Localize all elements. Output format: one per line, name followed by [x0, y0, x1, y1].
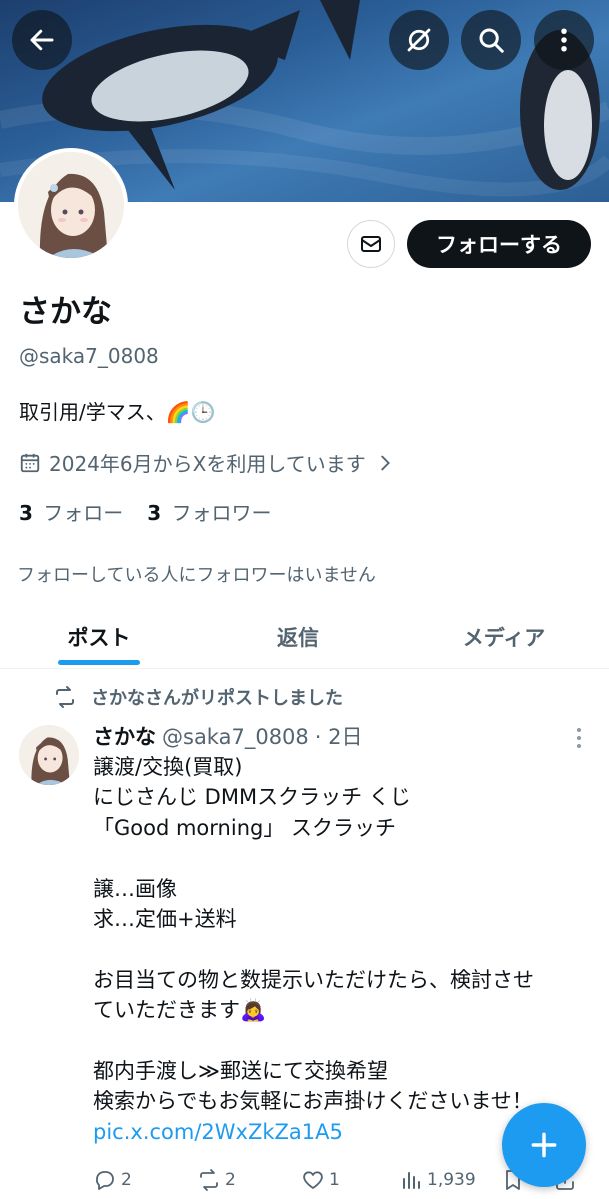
post-header: さかな @saka7_0808 · 2日: [93, 721, 363, 751]
repost-indicator: さかなさんがリポストしました: [53, 684, 343, 710]
reply-button[interactable]: 2: [93, 1168, 132, 1192]
post-line: 譲…画像: [93, 876, 177, 901]
mutual-followers-note: フォローしている人にフォロワーはいません: [17, 565, 376, 586]
joined-text: 2024年6月からXを利用しています: [49, 452, 366, 476]
views-icon: [403, 1172, 420, 1189]
repost-text: さかなさんがリポストしました: [91, 688, 343, 709]
post-line: 求…定価+送料: [93, 906, 237, 931]
more-options-button[interactable]: [534, 10, 594, 70]
repost-icon: [56, 686, 74, 708]
profile-avatar[interactable]: [14, 148, 128, 262]
like-icon: [303, 1171, 323, 1189]
chevron-right-icon: [381, 455, 390, 470]
post-author-avatar[interactable]: [19, 725, 79, 785]
followers-link[interactable]: 3 フォロワー: [147, 497, 271, 526]
post-author-handle[interactable]: @saka7_0808: [162, 725, 309, 749]
back-arrow-icon: [30, 29, 54, 51]
post-line: 「Good morning」 スクラッチ: [93, 815, 397, 840]
like-button[interactable]: 1: [301, 1168, 340, 1192]
following-label: フォロー: [43, 501, 124, 525]
joined-date[interactable]: 2024年6月からXを利用しています: [19, 448, 396, 477]
followers-count: 3: [147, 501, 162, 525]
follow-stats: 3 フォロー 3 フォロワー: [19, 497, 272, 526]
post-line: [93, 1026, 593, 1056]
post-line: ていただきます🙇‍♀️: [93, 998, 267, 1023]
search-icon: [479, 28, 504, 53]
active-tab-indicator: [58, 660, 140, 665]
more-vertical-icon: [561, 28, 567, 52]
mail-icon: [361, 236, 381, 252]
followers-label: フォロワー: [171, 501, 272, 525]
post-line: 都内手渡し≫郵送にて交換希望: [93, 1058, 388, 1083]
back-button[interactable]: [12, 10, 72, 70]
calendar-icon: [20, 453, 40, 472]
post-line: [93, 843, 593, 873]
following-count: 3: [19, 501, 33, 525]
post-line: お目当ての物と数提示いただけたら、検討させ: [93, 967, 534, 992]
plus-icon: [531, 1132, 557, 1158]
like-count: 1: [329, 1170, 340, 1190]
post-text: 譲渡/交換(買取) にじさんじ DMMスクラッチ くじ 「Good mornin…: [93, 752, 593, 1147]
repost-button[interactable]: 2: [197, 1168, 236, 1192]
profile-handle: @saka7_0808: [19, 344, 159, 368]
profile-bio: 取引用/学マス、🌈🕒: [19, 400, 216, 424]
views-button[interactable]: 1,939: [399, 1168, 476, 1192]
following-link[interactable]: 3 フォロー: [19, 497, 123, 526]
post-time: · 2日: [314, 725, 363, 749]
profile-name: さかな: [19, 294, 112, 330]
no-notification-icon: [407, 28, 431, 52]
reply-count: 2: [121, 1170, 132, 1190]
tab-replies[interactable]: 返信: [228, 606, 368, 668]
message-button[interactable]: [347, 220, 395, 268]
follow-button[interactable]: フォローする: [407, 220, 591, 268]
reply-icon: [96, 1171, 114, 1190]
search-button[interactable]: [461, 10, 521, 70]
repost-count: 2: [225, 1170, 236, 1190]
post-more-icon[interactable]: [570, 726, 588, 750]
tab-media[interactable]: メディア: [430, 606, 578, 668]
post-line: にじさんじ DMMスクラッチ くじ: [93, 785, 411, 810]
repost-icon: [200, 1169, 218, 1191]
compose-post-button[interactable]: [502, 1103, 586, 1187]
post-line: [93, 934, 593, 964]
post-line: 譲渡/交換(買取): [93, 755, 243, 779]
notification-button[interactable]: [389, 10, 449, 70]
view-count: 1,939: [427, 1170, 476, 1190]
post-author-name[interactable]: さかな: [93, 721, 156, 751]
tab-posts[interactable]: ポスト: [30, 606, 168, 668]
